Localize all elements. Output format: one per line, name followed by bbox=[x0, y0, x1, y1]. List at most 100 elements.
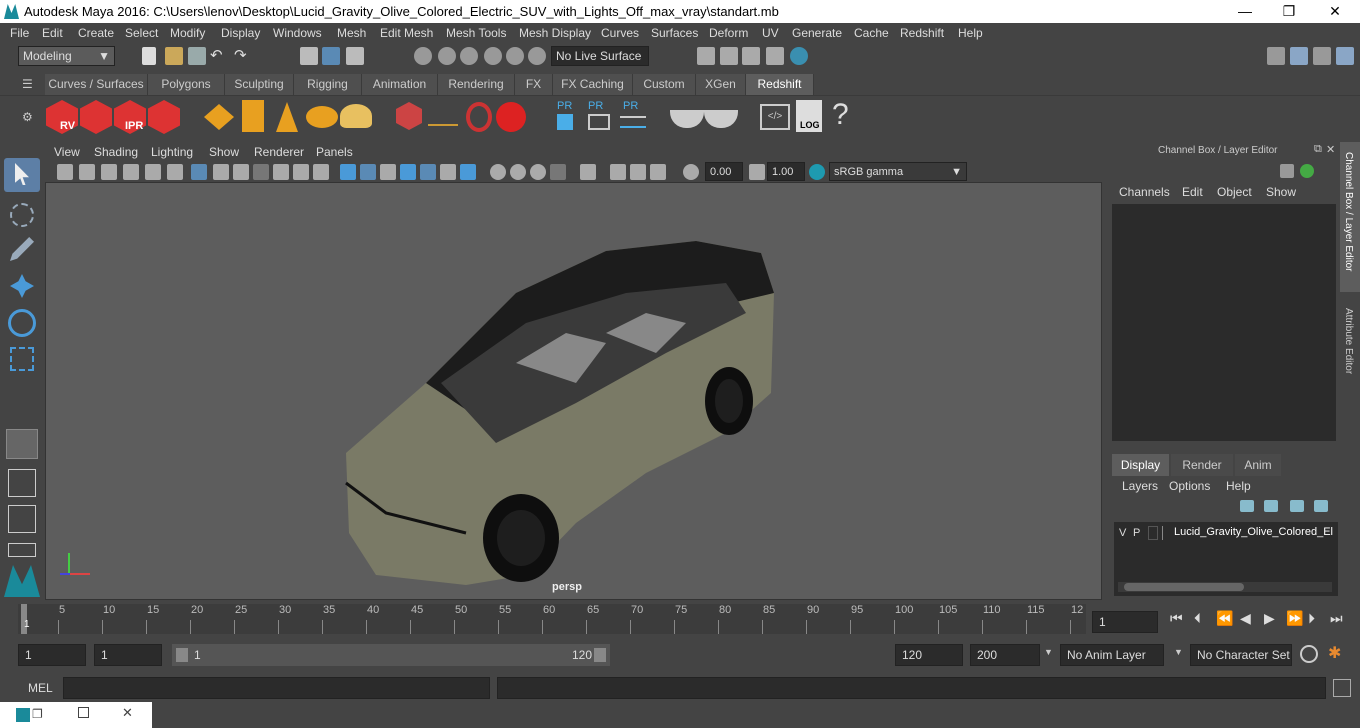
new-layer-selected-icon[interactable] bbox=[1314, 500, 1328, 512]
close-window-icon[interactable]: ✕ bbox=[122, 705, 133, 721]
range-start-handle[interactable] bbox=[176, 648, 188, 662]
script-editor-button-icon[interactable] bbox=[1333, 679, 1351, 697]
redo-icon[interactable]: ↷ bbox=[234, 46, 247, 64]
tab-display[interactable]: Display bbox=[1112, 454, 1169, 476]
use-all-lights-icon[interactable] bbox=[440, 164, 456, 180]
car-model[interactable] bbox=[46, 183, 1102, 600]
isolate-select-icon[interactable] bbox=[580, 164, 596, 180]
tab-attribute-editor-vertical[interactable]: Attribute Editor bbox=[1340, 302, 1360, 402]
menu-redshift[interactable]: Redshift bbox=[900, 26, 944, 40]
exchange-proxy-icon[interactable] bbox=[620, 116, 646, 128]
snap-vertex-icon[interactable] bbox=[528, 47, 546, 65]
live-surface-field[interactable]: No Live Surface bbox=[551, 46, 649, 66]
cb-menu-channels[interactable]: Channels bbox=[1119, 185, 1170, 199]
film-gate-icon[interactable] bbox=[213, 164, 229, 180]
layer-menu-options[interactable]: Options bbox=[1169, 479, 1210, 493]
menu-mesh-tools[interactable]: Mesh Tools bbox=[446, 26, 506, 40]
menu-cache[interactable]: Cache bbox=[854, 26, 889, 40]
xray-icon[interactable] bbox=[610, 164, 626, 180]
tab-redshift[interactable]: Redshift bbox=[746, 74, 814, 95]
vp-menu-view[interactable]: View bbox=[54, 145, 80, 159]
channel-box-layout-icon[interactable] bbox=[1280, 164, 1294, 178]
render-sequence-icon[interactable] bbox=[80, 100, 112, 134]
tab-xgen[interactable]: XGen bbox=[696, 74, 746, 95]
post-effects-icon[interactable] bbox=[557, 114, 573, 130]
minimized-window[interactable]: ❐ ✕ bbox=[0, 702, 152, 728]
exposure-icon[interactable] bbox=[683, 164, 699, 180]
select-by-object-icon[interactable] bbox=[322, 47, 340, 65]
menu-create[interactable]: Create bbox=[78, 26, 114, 40]
rs-sphere-icon[interactable] bbox=[496, 102, 526, 132]
chevron-down-icon[interactable]: ▼ bbox=[1174, 647, 1183, 657]
scrollbar-thumb[interactable] bbox=[1124, 583, 1244, 591]
gate-mask-icon[interactable] bbox=[253, 164, 269, 180]
range-end-handle[interactable] bbox=[594, 648, 606, 662]
mel-label[interactable]: MEL bbox=[28, 681, 53, 695]
tab-channel-box-vertical[interactable]: Channel Box / Layer Editor bbox=[1340, 142, 1360, 292]
color-management-icon[interactable] bbox=[809, 164, 825, 180]
volume-icon[interactable] bbox=[428, 112, 458, 126]
single-perspective-layout-icon[interactable] bbox=[6, 429, 38, 459]
script-editor-icon[interactable]: </> bbox=[760, 104, 790, 130]
animation-start-field[interactable]: 1 bbox=[18, 644, 86, 666]
four-view-layout-icon[interactable] bbox=[8, 469, 36, 497]
tab-animation[interactable]: Animation bbox=[362, 74, 438, 95]
rs-material-icon[interactable] bbox=[670, 110, 704, 128]
menu-modify[interactable]: Modify bbox=[170, 26, 205, 40]
mel-command-input[interactable] bbox=[63, 677, 490, 699]
vp-menu-panels[interactable]: Panels bbox=[316, 145, 353, 159]
menu-uv[interactable]: UV bbox=[762, 26, 779, 40]
new-layer-icon[interactable] bbox=[1290, 500, 1304, 512]
step-back-key-icon[interactable]: ⏪ bbox=[1216, 610, 1233, 627]
ipr-render-icon[interactable] bbox=[742, 47, 760, 65]
move-layer-up-icon[interactable] bbox=[1240, 500, 1254, 512]
wireframe-icon[interactable] bbox=[340, 164, 356, 180]
layer-color-swatch[interactable] bbox=[1162, 526, 1174, 540]
shelf-menu-icon[interactable]: ☰ bbox=[22, 77, 33, 91]
save-scene-icon[interactable] bbox=[188, 47, 206, 65]
area-light-icon[interactable] bbox=[204, 104, 234, 130]
perspective-viewport[interactable]: persp bbox=[45, 182, 1102, 600]
layer-visibility-toggle[interactable]: V bbox=[1119, 527, 1126, 539]
menu-surfaces[interactable]: Surfaces bbox=[651, 26, 698, 40]
anti-aliasing-icon[interactable] bbox=[530, 164, 546, 180]
tab-curves-surfaces[interactable]: Curves / Surfaces bbox=[45, 74, 148, 95]
scale-tool-icon[interactable] bbox=[10, 347, 34, 371]
layer-playback-toggle[interactable]: P bbox=[1133, 527, 1140, 539]
cb-menu-edit[interactable]: Edit bbox=[1182, 185, 1203, 199]
depth-of-field-icon[interactable] bbox=[550, 164, 566, 180]
cb-menu-object[interactable]: Object bbox=[1217, 185, 1252, 199]
tab-anim[interactable]: Anim bbox=[1235, 454, 1281, 476]
anim-layer-dropdown[interactable]: No Anim Layer bbox=[1060, 644, 1164, 666]
image-plane-icon[interactable] bbox=[123, 164, 139, 180]
help-icon[interactable]: ? bbox=[832, 98, 849, 132]
current-frame-field[interactable]: 1 bbox=[1092, 611, 1158, 633]
snap-grid-icon[interactable] bbox=[414, 47, 432, 65]
camera-attributes-icon[interactable] bbox=[79, 164, 95, 180]
layer-type-toggle[interactable] bbox=[1148, 526, 1158, 540]
resolution-gate-icon[interactable] bbox=[233, 164, 249, 180]
layer-menu-layers[interactable]: Layers bbox=[1122, 479, 1158, 493]
outliner-layout-icon[interactable] bbox=[8, 505, 36, 533]
textured-icon[interactable] bbox=[420, 164, 436, 180]
vp-menu-renderer[interactable]: Renderer bbox=[254, 145, 304, 159]
sun-sky-icon[interactable] bbox=[340, 104, 372, 128]
tab-fx-caching[interactable]: FX Caching bbox=[553, 74, 633, 95]
xray-active-components-icon[interactable] bbox=[630, 164, 646, 180]
snap-view-icon[interactable] bbox=[484, 47, 502, 65]
menu-display[interactable]: Display bbox=[221, 26, 260, 40]
layer-scrollbar[interactable] bbox=[1118, 582, 1332, 592]
close-button[interactable]: ✕ bbox=[1312, 0, 1358, 23]
time-slider[interactable]: 1 5 10 15 20 25 30 35 40 45 50 55 60 65 … bbox=[18, 604, 1086, 634]
cb-menu-show[interactable]: Show bbox=[1266, 185, 1296, 199]
step-forward-frame-icon[interactable]: ⏵ bbox=[1308, 610, 1315, 627]
play-forwards-icon[interactable]: ▶ bbox=[1264, 610, 1275, 627]
tab-render[interactable]: Render bbox=[1171, 454, 1233, 476]
chevron-down-icon[interactable]: ▼ bbox=[1044, 647, 1053, 657]
grease-pencil-icon[interactable] bbox=[167, 164, 183, 180]
undo-icon[interactable]: ↶ bbox=[210, 46, 223, 64]
rotate-tool-icon[interactable] bbox=[8, 309, 36, 337]
vp-menu-shading[interactable]: Shading bbox=[94, 145, 138, 159]
select-by-component-icon[interactable] bbox=[346, 47, 364, 65]
rs-shader-icon[interactable] bbox=[704, 110, 738, 128]
